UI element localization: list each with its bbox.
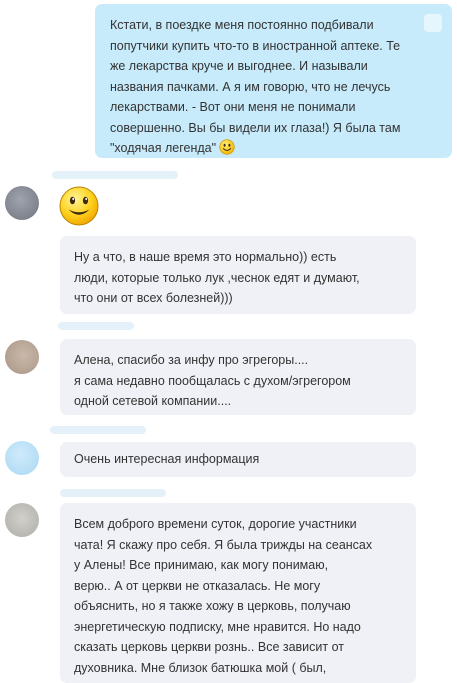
message-line: я сама недавно пообщалась с духом/эгрего… bbox=[74, 373, 351, 388]
incoming-message-bubble[interactable]: Ну а что, в наше время это нормально)) е… bbox=[60, 236, 416, 314]
message-line: верю.. А от церкви не отказалась. Не мог… bbox=[74, 578, 321, 593]
message-line: чата! Я скажу про себя. Я была трижды на… bbox=[74, 537, 373, 552]
message-line: Алена, спасибо за инфу про эгрегоры.... bbox=[74, 353, 309, 367]
incoming-message-bubble[interactable]: Всем доброго времени суток, дорогие учас… bbox=[60, 503, 416, 683]
sender-name-blurred bbox=[58, 322, 134, 330]
outgoing-message-bubble[interactable]: Кстати, в поездке меня постоянно подбива… bbox=[95, 4, 452, 158]
message-line: объяснить, но я также хожу в церковь, по… bbox=[74, 599, 351, 613]
message-line: Ну а что, в наше время это нормально)) е… bbox=[74, 250, 337, 264]
message-line: люди, которые только лук ,чеснок едят и … bbox=[74, 270, 360, 285]
message-line: названия пачками. А я им говорю, что не … bbox=[110, 79, 391, 94]
message-line: "ходячая легенда" bbox=[110, 138, 422, 159]
message-line: Всем доброго времени суток, дорогие учас… bbox=[74, 517, 357, 531]
message-line: духовника. Мне близок батюшка мой ( был, bbox=[74, 660, 327, 675]
message-line: попутчики купить что-то в иностранной ап… bbox=[110, 38, 401, 53]
message-line: энергетическую подписку, мне нравится. Н… bbox=[74, 619, 361, 634]
avatar[interactable] bbox=[5, 503, 39, 537]
message-line: Кстати, в поездке меня постоянно подбива… bbox=[110, 18, 374, 32]
message-line: Очень интересная информация bbox=[74, 452, 260, 466]
message-line-text: "ходячая легенда" bbox=[110, 141, 217, 155]
avatar[interactable] bbox=[5, 441, 39, 475]
smile-emoji-icon bbox=[219, 139, 235, 155]
message-line: одной сетевой компании.... bbox=[74, 394, 232, 408]
message-line: у Алены! Все принимаю, как могу понимаю, bbox=[74, 558, 329, 572]
message-line: сказать церковь церкви рознь.. Все завис… bbox=[74, 640, 345, 654]
incoming-message-bubble[interactable]: Алена, спасибо за инфу про эгрегоры.... … bbox=[60, 339, 416, 415]
message-line: совершенно. Вы бы видели их глаза!) Я бы… bbox=[110, 120, 401, 135]
avatar[interactable] bbox=[5, 340, 39, 374]
message-line: лекарствами. - Вот они меня не понимали bbox=[110, 100, 356, 114]
incoming-message-bubble[interactable]: Очень интересная информация bbox=[60, 442, 416, 477]
message-line: что они от всех болезней))) bbox=[74, 291, 233, 305]
smile-emoji-icon bbox=[59, 186, 99, 226]
avatar[interactable] bbox=[5, 186, 39, 220]
sender-name-blurred bbox=[52, 171, 178, 179]
sender-name-blurred bbox=[50, 426, 146, 434]
sender-name-blurred bbox=[60, 489, 166, 497]
message-line: же лекарства круче и выгоднее. И называл… bbox=[110, 59, 368, 73]
message-select-checkbox[interactable] bbox=[424, 14, 442, 32]
